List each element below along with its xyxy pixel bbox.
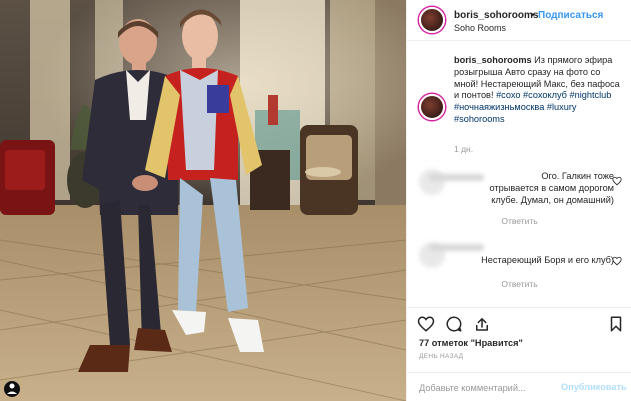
hashtag[interactable]: #luxury (547, 102, 577, 112)
comment-text: Нестареющий Боря и его клуб) (429, 254, 614, 266)
avatar[interactable] (419, 7, 445, 33)
hashtag[interactable]: #сохоклуб (523, 90, 567, 100)
hashtag[interactable]: #nightclub (569, 90, 611, 100)
share-icon[interactable] (473, 315, 491, 333)
caption-text: boris_sohorooms Из прямого эфира розыгры… (454, 55, 626, 126)
bookmark-icon[interactable] (607, 315, 625, 333)
post-sidebar: boris_sohorooms • Подписаться Soho Rooms… (406, 0, 631, 401)
heart-icon[interactable] (417, 315, 435, 333)
publish-button[interactable]: Опубликовать (561, 382, 627, 392)
comment-line: клубе. Думал, он домашний) (491, 195, 614, 205)
header-separator: • (531, 10, 535, 21)
location-link[interactable]: Soho Rooms (454, 23, 506, 33)
caption-timestamp: 1 дн. (454, 144, 474, 154)
comment-icon[interactable] (445, 315, 463, 333)
comment-input[interactable] (419, 381, 554, 395)
comment-text: Ого. Галкин тоже отрывается в самом доро… (429, 170, 614, 206)
comment-line: Ого. Галкин тоже (541, 171, 614, 181)
add-comment-bar: Опубликовать (407, 372, 631, 401)
post-date: ДЕНЬ НАЗАД (419, 353, 464, 360)
caption-username[interactable]: boris_sohorooms (454, 55, 532, 65)
header-username[interactable]: boris_sohorooms (454, 10, 538, 21)
comment-line: отрывается в самом дорогом (489, 183, 614, 193)
hashtag[interactable]: #sohorooms (454, 114, 505, 124)
comment-line: Нестареющий Боря и его клуб) (481, 255, 614, 265)
comment-heart-icon[interactable] (612, 256, 622, 266)
comment-username[interactable] (429, 244, 484, 251)
follow-button[interactable]: Подписаться (538, 10, 603, 21)
post-photo[interactable] (0, 0, 406, 401)
action-bar (407, 307, 631, 337)
hashtag[interactable]: #сохо (496, 90, 520, 100)
reply-button[interactable]: Ответить (407, 279, 631, 289)
post-header: boris_sohorooms • Подписаться Soho Rooms (407, 0, 631, 41)
likes-count[interactable]: 77 отметок "Нравится" (419, 338, 523, 348)
reply-button[interactable]: Ответить (407, 216, 631, 226)
caption-avatar[interactable] (419, 94, 445, 120)
hashtag[interactable]: #ночнаяжизньмосква (454, 102, 544, 112)
comment-heart-icon[interactable] (612, 176, 622, 186)
post-photo-image (0, 0, 406, 401)
